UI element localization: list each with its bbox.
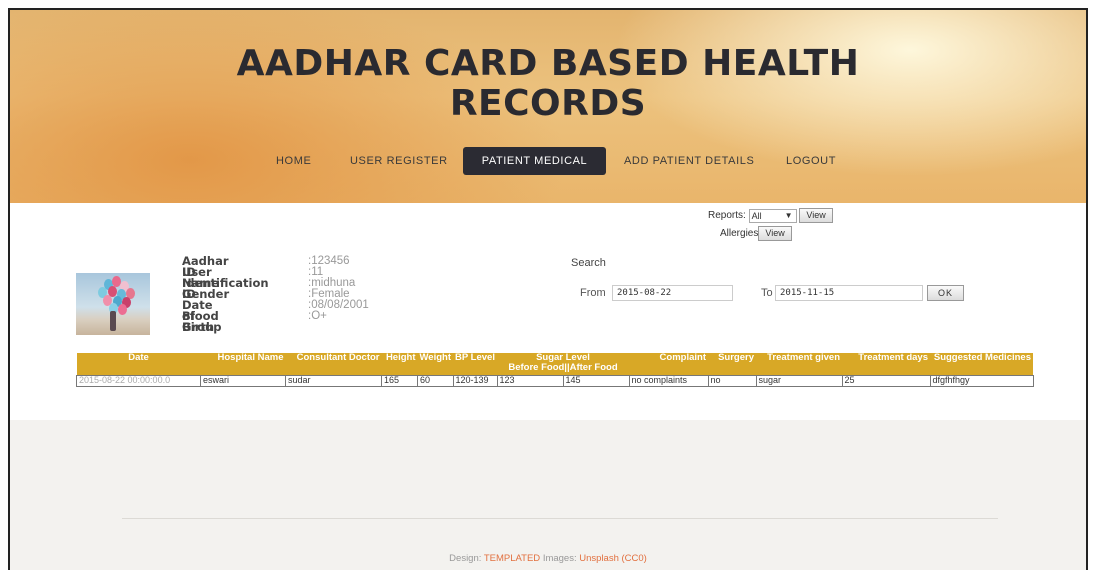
footer: Design: TEMPLATED Images: Unsplash (CC0) xyxy=(10,420,1086,570)
design-label: Design: xyxy=(449,553,482,564)
patient-medical-content: Reports: All ▼ View Allergies View Aadhar … xyxy=(10,203,1086,420)
nav-logout[interactable]: LOGOUT xyxy=(786,147,836,175)
to-date-input[interactable]: 2015-11-15 xyxy=(775,285,923,301)
cell-bp: 120-139 xyxy=(452,374,498,387)
column-header: Consultant Doctor xyxy=(285,353,382,375)
site-title-line1: AADHAR CARD BASED HEALTH xyxy=(236,43,860,84)
allergies-label: Allergies xyxy=(720,228,759,240)
nav-user-register[interactable]: USER REGISTER xyxy=(350,147,448,175)
site-title-line2: RECORDS xyxy=(449,83,647,124)
column-header: Date xyxy=(76,353,201,375)
balloon-shape xyxy=(118,304,127,315)
cell-weight: 60 xyxy=(417,374,454,387)
nav-home[interactable]: HOME xyxy=(276,147,311,175)
cell-date: 2015-08-22 00:00:00.0 xyxy=(76,374,201,387)
sugar-level-header: Sugar Level Before Food||After Food xyxy=(497,353,629,375)
images-label: Images: xyxy=(542,553,577,564)
column-header: Treatment days xyxy=(842,353,930,375)
cell-surgery: no xyxy=(707,374,757,387)
search-label: Search xyxy=(571,257,606,269)
cell-treatment: sugar xyxy=(755,374,843,387)
cell-medicines: dfgfhfhgy xyxy=(929,374,1034,387)
column-header: BP Level xyxy=(453,353,497,375)
footer-credits: Design: TEMPLATED Images: Unsplash (CC0) xyxy=(10,553,1086,564)
profile-label: Blood Group xyxy=(182,309,222,334)
from-date-input[interactable]: 2015-08-22 xyxy=(612,285,733,301)
reports-view-button[interactable]: View xyxy=(799,208,833,223)
page-frame: AADHAR CARD BASED HEALTH RECORDS HOME US… xyxy=(8,8,1088,570)
person-figure xyxy=(110,311,116,331)
cell-hospital: eswari xyxy=(200,374,286,387)
unsplash-link[interactable]: Unsplash (CC0) xyxy=(579,553,647,564)
column-header: Surgery xyxy=(708,353,756,375)
column-header: Suggested Medicines xyxy=(930,353,1033,375)
column-header: Treatment given xyxy=(756,353,842,375)
profile-value: :O+ xyxy=(308,310,327,322)
reports-select-value: All xyxy=(751,210,762,221)
cell-height: 165 xyxy=(381,374,418,387)
cell-doctor: sudar xyxy=(285,374,382,387)
reports-control: Reports: All ▼ View xyxy=(708,208,833,223)
table-header-row: Date Hospital Name Consultant Doctor Hei… xyxy=(76,353,1033,375)
footer-divider xyxy=(122,518,998,519)
medical-records-table: Date Hospital Name Consultant Doctor Hei… xyxy=(76,353,1034,387)
patient-photo xyxy=(76,273,150,335)
allergies-view-button[interactable]: View xyxy=(758,226,792,241)
reports-select[interactable]: All ▼ xyxy=(748,208,797,223)
cell-treatment-days: 25 xyxy=(841,374,931,387)
to-label: To xyxy=(761,287,773,299)
ok-button[interactable]: OK xyxy=(927,285,964,301)
column-header: Weight xyxy=(417,353,453,375)
cell-complaint: no complaints xyxy=(628,374,709,387)
table-row: 2015-08-22 00:00:00.0 eswari sudar 165 6… xyxy=(76,374,1034,387)
templated-link[interactable]: TEMPLATED xyxy=(484,553,540,564)
main-nav: HOME USER REGISTER PATIENT MEDICAL ADD P… xyxy=(10,147,1086,175)
header-banner: AADHAR CARD BASED HEALTH RECORDS HOME US… xyxy=(10,10,1086,203)
sugar-subheaders: Before Food||After Food xyxy=(508,362,618,373)
cell-sugar-before: 123 xyxy=(496,374,564,387)
reports-label: Reports: xyxy=(708,210,746,222)
chevron-down-icon: ▼ xyxy=(784,210,793,220)
nav-add-patient-details[interactable]: ADD PATIENT DETAILS xyxy=(624,147,754,175)
site-title: AADHAR CARD BASED HEALTH RECORDS xyxy=(10,44,1086,124)
column-header: Hospital Name xyxy=(200,353,286,375)
allergies-control: Allergies View xyxy=(720,226,792,241)
nav-patient-medical[interactable]: PATIENT MEDICAL xyxy=(463,147,606,175)
cell-sugar-after: 145 xyxy=(562,374,630,387)
from-label: From xyxy=(580,287,606,299)
column-header: Complaint xyxy=(629,353,708,375)
column-header: Height xyxy=(381,353,418,375)
